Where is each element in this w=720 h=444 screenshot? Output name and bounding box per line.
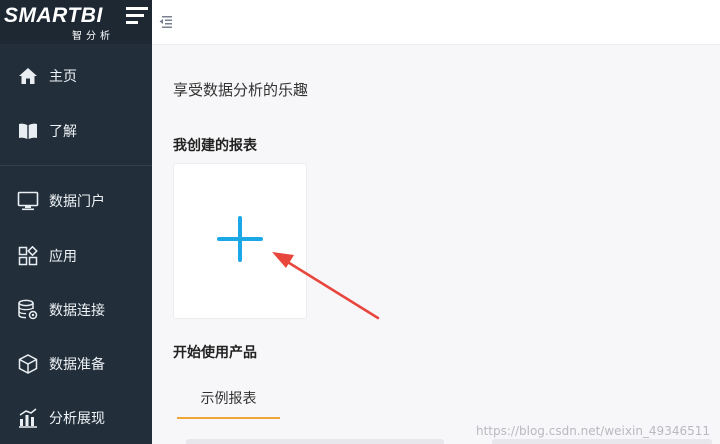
app-root: SMARTBI 智分析 主页 了解 数据门户 应用 数据连接 数据准备 分析展现… [0, 0, 720, 444]
sidebar-item-apps[interactable]: 应用 [0, 229, 152, 283]
apps-icon [17, 245, 39, 267]
bar-chart-icon [17, 407, 39, 429]
watermark: https://blog.csdn.net/weixin_49346511 [475, 424, 710, 438]
sidebar-item-label: 了解 [49, 124, 77, 140]
sidebar-item-label: 分析展现 [49, 411, 105, 427]
database-gear-icon [17, 299, 39, 321]
sidebar-item-data-prep[interactable]: 数据准备 [0, 337, 152, 391]
slogan: 享受数据分析的乐趣 [173, 81, 309, 99]
sidebar-item-data-connection[interactable]: 数据连接 [0, 283, 152, 337]
sidebar-item-analysis[interactable]: 分析展现 [0, 391, 152, 444]
sample-card-peek [492, 439, 712, 444]
brand-name: SMARTBI [4, 4, 103, 27]
sidebar-divider [0, 165, 152, 166]
sidebar-item-home[interactable]: 主页 [0, 49, 152, 103]
collapse-menu-icon[interactable] [158, 14, 172, 33]
my-reports-title: 我创建的报表 [173, 138, 257, 154]
monitor-icon [17, 190, 39, 212]
main-content: 享受数据分析的乐趣 我创建的报表 开始使用产品 示例报表 https://blo… [152, 45, 720, 444]
brand-subtitle: 智分析 [72, 31, 114, 42]
home-icon [17, 65, 39, 87]
sidebar-item-label: 主页 [49, 69, 77, 85]
sidebar-item-label: 数据门户 [49, 194, 105, 210]
book-icon [17, 120, 39, 142]
top-bar [152, 0, 720, 45]
sidebar-item-learn[interactable]: 了解 [0, 104, 152, 158]
create-report-button[interactable] [173, 163, 307, 319]
sidebar-item-data-portal[interactable]: 数据门户 [0, 174, 152, 228]
sidebar: SMARTBI 智分析 主页 了解 数据门户 应用 数据连接 数据准备 分析展现 [0, 0, 152, 444]
cube-icon [17, 353, 39, 375]
logo-bars-icon [126, 7, 148, 28]
get-started-title: 开始使用产品 [173, 345, 257, 361]
tab-label: 示例报表 [200, 391, 257, 407]
brand-logo[interactable]: SMARTBI 智分析 [0, 0, 152, 44]
sidebar-item-label: 数据准备 [49, 357, 105, 373]
sidebar-item-label: 数据连接 [49, 303, 105, 319]
tab-sample-reports[interactable]: 示例报表 [177, 385, 280, 419]
sidebar-item-label: 应用 [49, 249, 77, 265]
sample-card-peek [186, 439, 444, 444]
tab-active-indicator [177, 417, 280, 419]
